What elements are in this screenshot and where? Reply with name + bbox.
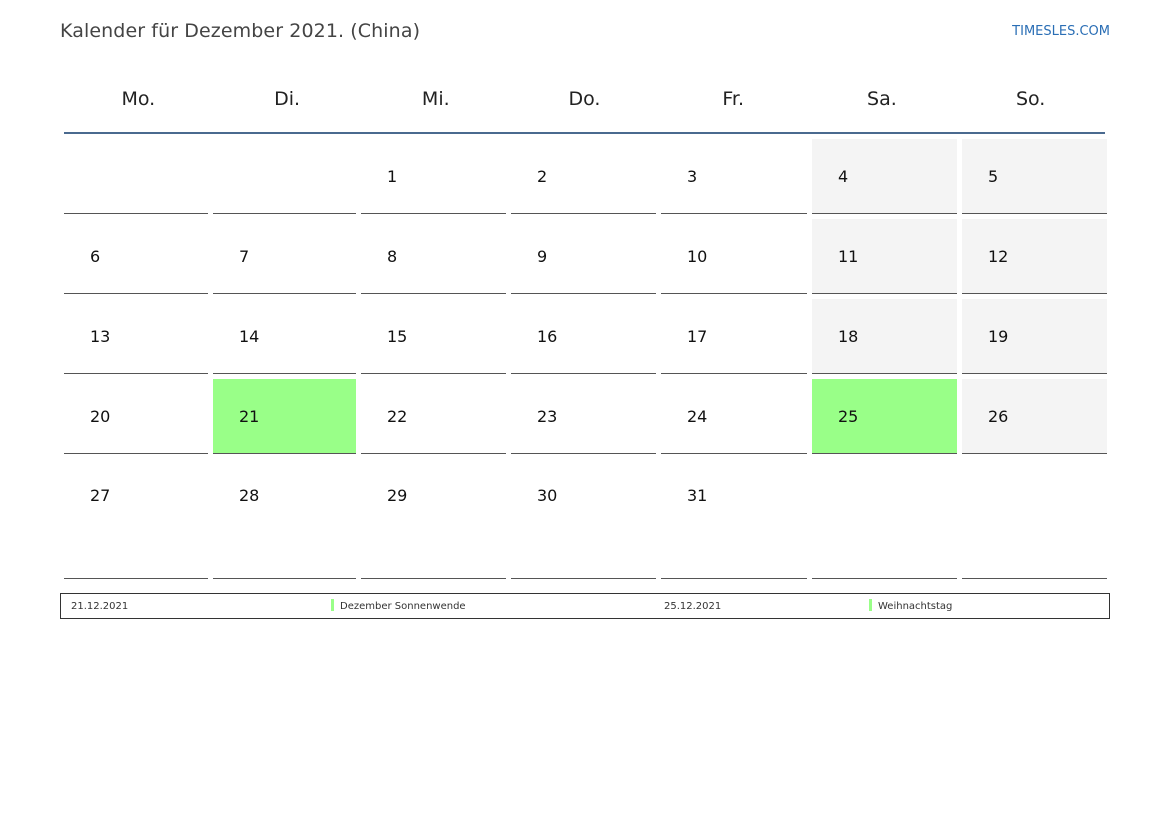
day-cell: 17 bbox=[661, 299, 807, 374]
day-cell-weekend: 12 bbox=[962, 219, 1107, 294]
day-cell: 3 bbox=[661, 139, 807, 214]
day-cell: 29 bbox=[361, 459, 506, 579]
day-number: 21 bbox=[239, 407, 260, 426]
weekday-fri: Fr. bbox=[722, 88, 745, 110]
day-cell-weekend: 18 bbox=[812, 299, 957, 374]
day-number: 8 bbox=[387, 247, 398, 266]
week-row: 20 21 22 23 24 25 26 bbox=[64, 374, 1107, 454]
week-row: 27 28 29 30 31 bbox=[64, 454, 1107, 579]
day-cell: 22 bbox=[361, 379, 506, 454]
day-number: 26 bbox=[988, 407, 1009, 426]
holiday-legend: 21.12.2021 Dezember Sonnenwende 25.12.20… bbox=[60, 593, 1110, 619]
weekday-mon: Mo. bbox=[121, 88, 156, 110]
day-cell-weekend: 4 bbox=[812, 139, 957, 214]
day-number: 31 bbox=[687, 486, 708, 505]
week-row: 1 2 3 4 5 bbox=[64, 134, 1107, 214]
day-number: 15 bbox=[387, 327, 408, 346]
weekday-sun: So. bbox=[1015, 88, 1046, 110]
week-row: 13 14 15 16 17 18 19 bbox=[64, 294, 1107, 374]
legend-date: 21.12.2021 bbox=[71, 601, 129, 612]
day-cell: 6 bbox=[64, 219, 208, 294]
calendar-grid: 1 2 3 4 5 6 7 8 9 10 11 12 13 14 15 16 1… bbox=[64, 134, 1107, 579]
day-number: 11 bbox=[838, 247, 859, 266]
day-cell: 27 bbox=[64, 459, 208, 579]
day-cell-weekend: 11 bbox=[812, 219, 957, 294]
day-cell: 10 bbox=[661, 219, 807, 294]
day-number: 27 bbox=[90, 486, 111, 505]
day-cell-holiday: 21 bbox=[213, 379, 356, 454]
day-cell: 16 bbox=[511, 299, 656, 374]
day-cell bbox=[213, 139, 356, 214]
day-number: 7 bbox=[239, 247, 250, 266]
day-cell: 20 bbox=[64, 379, 208, 454]
week-row: 6 7 8 9 10 11 12 bbox=[64, 214, 1107, 294]
day-number: 18 bbox=[838, 327, 859, 346]
day-cell: 14 bbox=[213, 299, 356, 374]
day-number: 23 bbox=[537, 407, 558, 426]
day-cell: 30 bbox=[511, 459, 656, 579]
day-cell: 8 bbox=[361, 219, 506, 294]
day-cell: 7 bbox=[213, 219, 356, 294]
weekday-sat: Sa. bbox=[867, 88, 897, 110]
day-cell-weekend: 5 bbox=[962, 139, 1107, 214]
day-cell-weekend: 26 bbox=[962, 379, 1107, 454]
day-number: 9 bbox=[537, 247, 548, 266]
day-number: 17 bbox=[687, 327, 708, 346]
weekday-header: Mo. Di. Mi. Do. Fr. Sa. So. bbox=[64, 72, 1105, 134]
day-number: 28 bbox=[239, 486, 260, 505]
day-cell-holiday: 25 bbox=[812, 379, 957, 454]
day-number: 5 bbox=[988, 167, 999, 186]
day-number: 19 bbox=[988, 327, 1009, 346]
day-cell: 24 bbox=[661, 379, 807, 454]
day-cell: 15 bbox=[361, 299, 506, 374]
day-number: 30 bbox=[537, 486, 558, 505]
day-cell: 31 bbox=[661, 459, 807, 579]
weekday-tue: Di. bbox=[274, 88, 301, 110]
day-cell: 2 bbox=[511, 139, 656, 214]
day-cell bbox=[962, 459, 1107, 579]
day-number: 13 bbox=[90, 327, 111, 346]
legend-holiday-name: Weihnachtstag bbox=[878, 601, 953, 612]
weekday-thu: Do. bbox=[568, 88, 601, 110]
day-cell: 9 bbox=[511, 219, 656, 294]
site-link[interactable]: TIMESLES.COM bbox=[1012, 24, 1110, 39]
day-cell: 1 bbox=[361, 139, 506, 214]
day-number: 4 bbox=[838, 167, 849, 186]
page-title: Kalender für Dezember 2021. (China) bbox=[60, 20, 421, 42]
day-number: 12 bbox=[988, 247, 1009, 266]
day-cell: 28 bbox=[213, 459, 356, 579]
legend-holiday-name: Dezember Sonnenwende bbox=[340, 601, 466, 612]
weekday-wed: Mi. bbox=[421, 88, 450, 110]
day-number: 20 bbox=[90, 407, 111, 426]
day-number: 24 bbox=[687, 407, 708, 426]
legend-date: 25.12.2021 bbox=[664, 601, 722, 612]
day-number: 2 bbox=[537, 167, 548, 186]
day-number: 22 bbox=[387, 407, 408, 426]
day-cell bbox=[64, 139, 208, 214]
day-number: 16 bbox=[537, 327, 558, 346]
day-cell: 13 bbox=[64, 299, 208, 374]
day-number: 29 bbox=[387, 486, 408, 505]
day-number: 3 bbox=[687, 167, 698, 186]
day-number: 25 bbox=[838, 407, 859, 426]
day-cell bbox=[812, 459, 957, 579]
day-number: 14 bbox=[239, 327, 260, 346]
day-number: 10 bbox=[687, 247, 708, 266]
day-cell: 23 bbox=[511, 379, 656, 454]
day-number: 6 bbox=[90, 247, 101, 266]
day-cell-weekend: 19 bbox=[962, 299, 1107, 374]
day-number: 1 bbox=[387, 167, 398, 186]
